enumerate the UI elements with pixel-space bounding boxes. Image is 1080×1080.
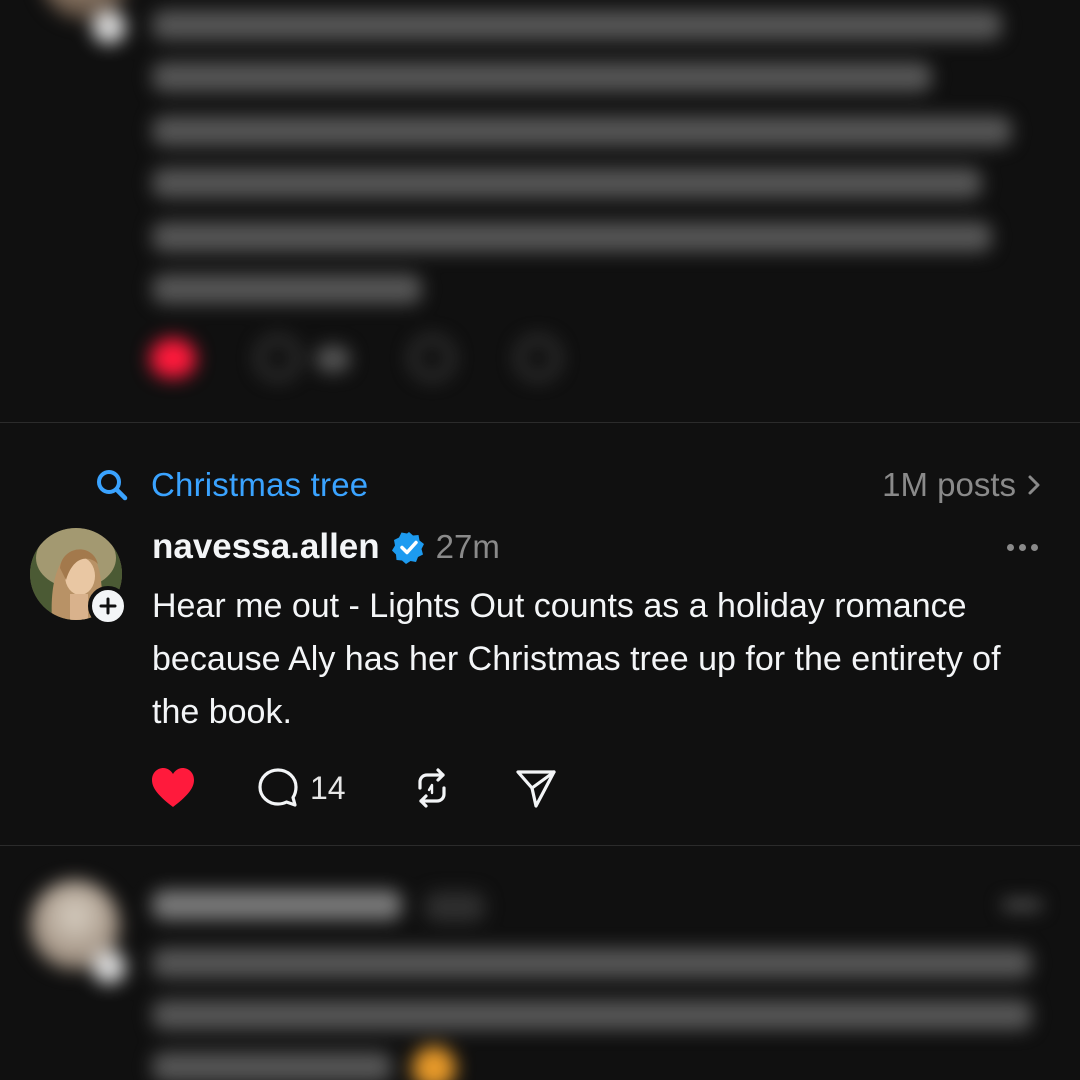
comment-icon xyxy=(256,336,300,380)
next-post-blurred xyxy=(0,880,1080,1080)
timestamp: 27m xyxy=(435,528,500,565)
username[interactable]: navessa.allen xyxy=(152,527,380,567)
repost-icon xyxy=(418,768,446,808)
verified-badge-icon xyxy=(391,530,426,564)
text-line xyxy=(152,274,422,304)
dot xyxy=(1007,543,1014,551)
reply-count: 14 xyxy=(310,769,346,806)
plus-icon xyxy=(99,597,117,615)
username xyxy=(152,890,402,920)
text-line xyxy=(152,10,1002,40)
text-line xyxy=(152,116,1012,146)
topic-post-count[interactable]: 1M posts xyxy=(882,466,1042,504)
follow-badge-icon xyxy=(92,950,126,984)
post-divider xyxy=(0,422,1080,423)
timestamp xyxy=(425,892,485,922)
text-line xyxy=(152,168,982,198)
heart-icon xyxy=(150,338,196,378)
post-header: navessa.allen 27m xyxy=(152,524,1042,570)
more-icon xyxy=(1002,900,1042,910)
dot xyxy=(1019,543,1026,551)
post-text: Hear me out - Lights Out counts as a hol… xyxy=(152,587,1001,731)
like-button[interactable] xyxy=(150,767,256,809)
post-divider xyxy=(0,845,1080,846)
search-icon xyxy=(95,468,129,502)
dot xyxy=(1031,543,1038,551)
comment-icon xyxy=(258,768,298,807)
emoji-icon xyxy=(412,1046,456,1080)
repost-button[interactable] xyxy=(410,766,514,810)
reply-count xyxy=(316,346,350,372)
share-icon xyxy=(516,770,556,808)
topic-post-count-label: 1M posts xyxy=(882,466,1016,503)
follow-button[interactable] xyxy=(88,586,128,626)
heart-icon xyxy=(152,768,194,807)
text-line xyxy=(152,222,992,252)
more-icon[interactable] xyxy=(1003,540,1042,555)
text-line xyxy=(152,1000,1032,1030)
reply-button[interactable]: 14 xyxy=(256,766,410,810)
author-avatar-wrap[interactable] xyxy=(30,528,128,626)
chevron-right-icon xyxy=(1026,473,1042,497)
text-line xyxy=(152,948,1032,978)
threads-feed: Christmas tree 1M posts navessa.allen 27… xyxy=(0,0,1080,1080)
topic-label[interactable]: Christmas tree xyxy=(151,466,368,504)
text-line xyxy=(152,1052,392,1080)
share-icon xyxy=(516,336,560,380)
follow-badge-icon xyxy=(92,10,126,44)
post-actions: 14 xyxy=(150,764,558,812)
topic-row[interactable]: Christmas tree 1M posts xyxy=(95,462,1042,508)
repost-icon xyxy=(410,336,454,380)
previous-post-blurred xyxy=(0,0,1080,410)
share-button[interactable] xyxy=(514,766,558,810)
text-line xyxy=(152,62,932,92)
